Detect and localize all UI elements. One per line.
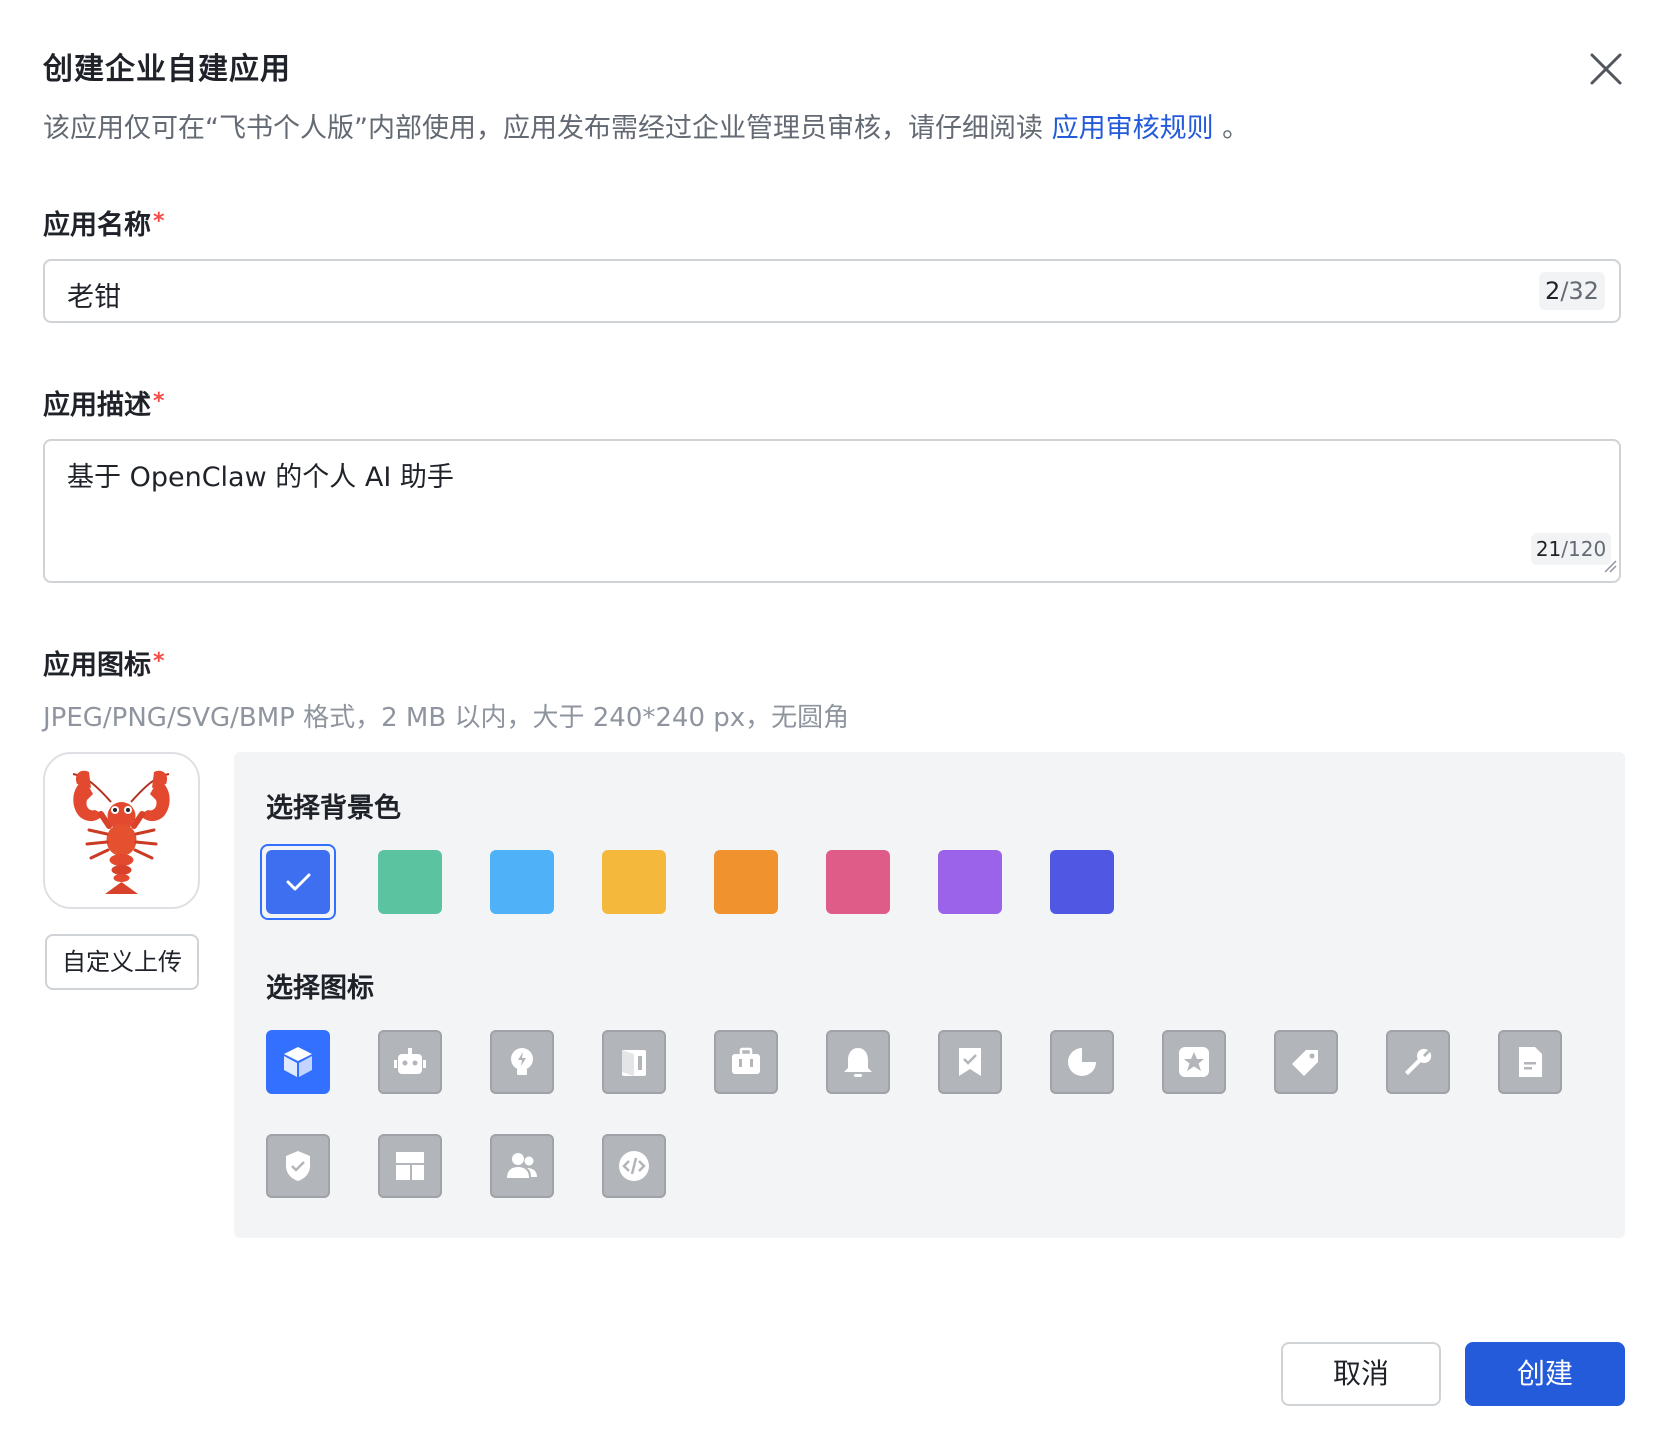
wrench-icon[interactable] bbox=[1386, 1030, 1450, 1094]
app-desc-value: 基于 OpenClaw 的个人 AI 助手 bbox=[67, 462, 454, 493]
app-name-counter: 2/32 bbox=[1539, 272, 1605, 310]
bg-color-swatch[interactable] bbox=[490, 850, 554, 914]
app-desc-counter: 21/120 bbox=[1531, 533, 1611, 565]
dialog-title: 创建企业自建应用 bbox=[43, 52, 291, 87]
custom-upload-button[interactable]: 自定义上传 bbox=[45, 934, 199, 990]
bookmark-check-icon[interactable] bbox=[938, 1030, 1002, 1094]
icon-select-label: 选择图标 bbox=[266, 973, 374, 1004]
bg-color-swatch[interactable] bbox=[938, 850, 1002, 914]
bg-color-swatch[interactable] bbox=[260, 844, 336, 920]
pie-chart-icon[interactable] bbox=[1050, 1030, 1114, 1094]
app-desc-count-current: 21 bbox=[1535, 537, 1562, 561]
create-button[interactable]: 创建 bbox=[1465, 1342, 1625, 1406]
required-mark: * bbox=[153, 209, 165, 234]
dialog-subtitle: 该应用仅可在“飞书个人版”内部使用，应用发布需经过企业管理员审核，请仔细阅读 应… bbox=[43, 106, 1249, 145]
app-desc-textarea[interactable]: 基于 OpenClaw 的个人 AI 助手 21/120 bbox=[43, 439, 1621, 583]
bg-color-swatch[interactable] bbox=[378, 850, 442, 914]
book-icon[interactable] bbox=[602, 1030, 666, 1094]
app-name-input[interactable]: 老钳 2/32 bbox=[43, 259, 1621, 323]
app-desc-label: 应用描述* bbox=[43, 383, 165, 422]
icon-picker-panel: 选择背景色 选择图标 bbox=[234, 752, 1625, 1238]
app-name-label: 应用名称* bbox=[43, 203, 165, 242]
app-name-count-max: /32 bbox=[1560, 277, 1599, 305]
subtitle-text: 该应用仅可在“飞书个人版”内部使用，应用发布需经过企业管理员审核，请仔细阅读 bbox=[43, 113, 1043, 144]
review-rules-link[interactable]: 应用审核规则 bbox=[1052, 113, 1214, 144]
robot-icon[interactable] bbox=[378, 1030, 442, 1094]
tag-icon[interactable] bbox=[1274, 1030, 1338, 1094]
lobster-emoji-icon bbox=[72, 770, 170, 894]
star-icon[interactable] bbox=[1162, 1030, 1226, 1094]
bg-color-swatch[interactable] bbox=[826, 850, 890, 914]
app-desc-label-text: 应用描述 bbox=[43, 390, 151, 421]
app-name-count-current: 2 bbox=[1545, 277, 1561, 305]
app-icon-label-text: 应用图标 bbox=[43, 650, 151, 681]
lightbulb-icon[interactable] bbox=[490, 1030, 554, 1094]
icon-preview bbox=[43, 752, 200, 909]
layout-icon[interactable] bbox=[378, 1134, 442, 1198]
app-name-label-text: 应用名称 bbox=[43, 210, 151, 241]
required-mark: * bbox=[153, 649, 165, 674]
document-icon[interactable] bbox=[1498, 1030, 1562, 1094]
users-icon[interactable] bbox=[490, 1134, 554, 1198]
cancel-button[interactable]: 取消 bbox=[1281, 1342, 1441, 1406]
shield-check-icon[interactable] bbox=[266, 1134, 330, 1198]
bg-color-swatch[interactable] bbox=[714, 850, 778, 914]
app-name-value: 老钳 bbox=[67, 282, 121, 313]
bg-color-label: 选择背景色 bbox=[266, 793, 401, 824]
code-icon[interactable] bbox=[602, 1134, 666, 1198]
bg-color-swatch[interactable] bbox=[602, 850, 666, 914]
required-mark: * bbox=[153, 389, 165, 414]
cube-icon[interactable] bbox=[266, 1030, 330, 1094]
resize-handle-icon[interactable] bbox=[1603, 559, 1617, 573]
icon-format-hint: JPEG/PNG/SVG/BMP 格式，2 MB 以内，大于 240*240 p… bbox=[43, 703, 850, 733]
create-app-dialog: 创建企业自建应用 该应用仅可在“飞书个人版”内部使用，应用发布需经过企业管理员审… bbox=[0, 0, 1674, 1448]
briefcase-icon[interactable] bbox=[714, 1030, 778, 1094]
app-desc-count-max: /120 bbox=[1561, 537, 1607, 561]
close-icon[interactable] bbox=[1583, 46, 1629, 92]
subtitle-end: 。 bbox=[1213, 113, 1250, 144]
bg-color-swatch[interactable] bbox=[1050, 850, 1114, 914]
app-icon-label: 应用图标* bbox=[43, 643, 165, 682]
check-icon bbox=[286, 873, 311, 891]
bell-icon[interactable] bbox=[826, 1030, 890, 1094]
